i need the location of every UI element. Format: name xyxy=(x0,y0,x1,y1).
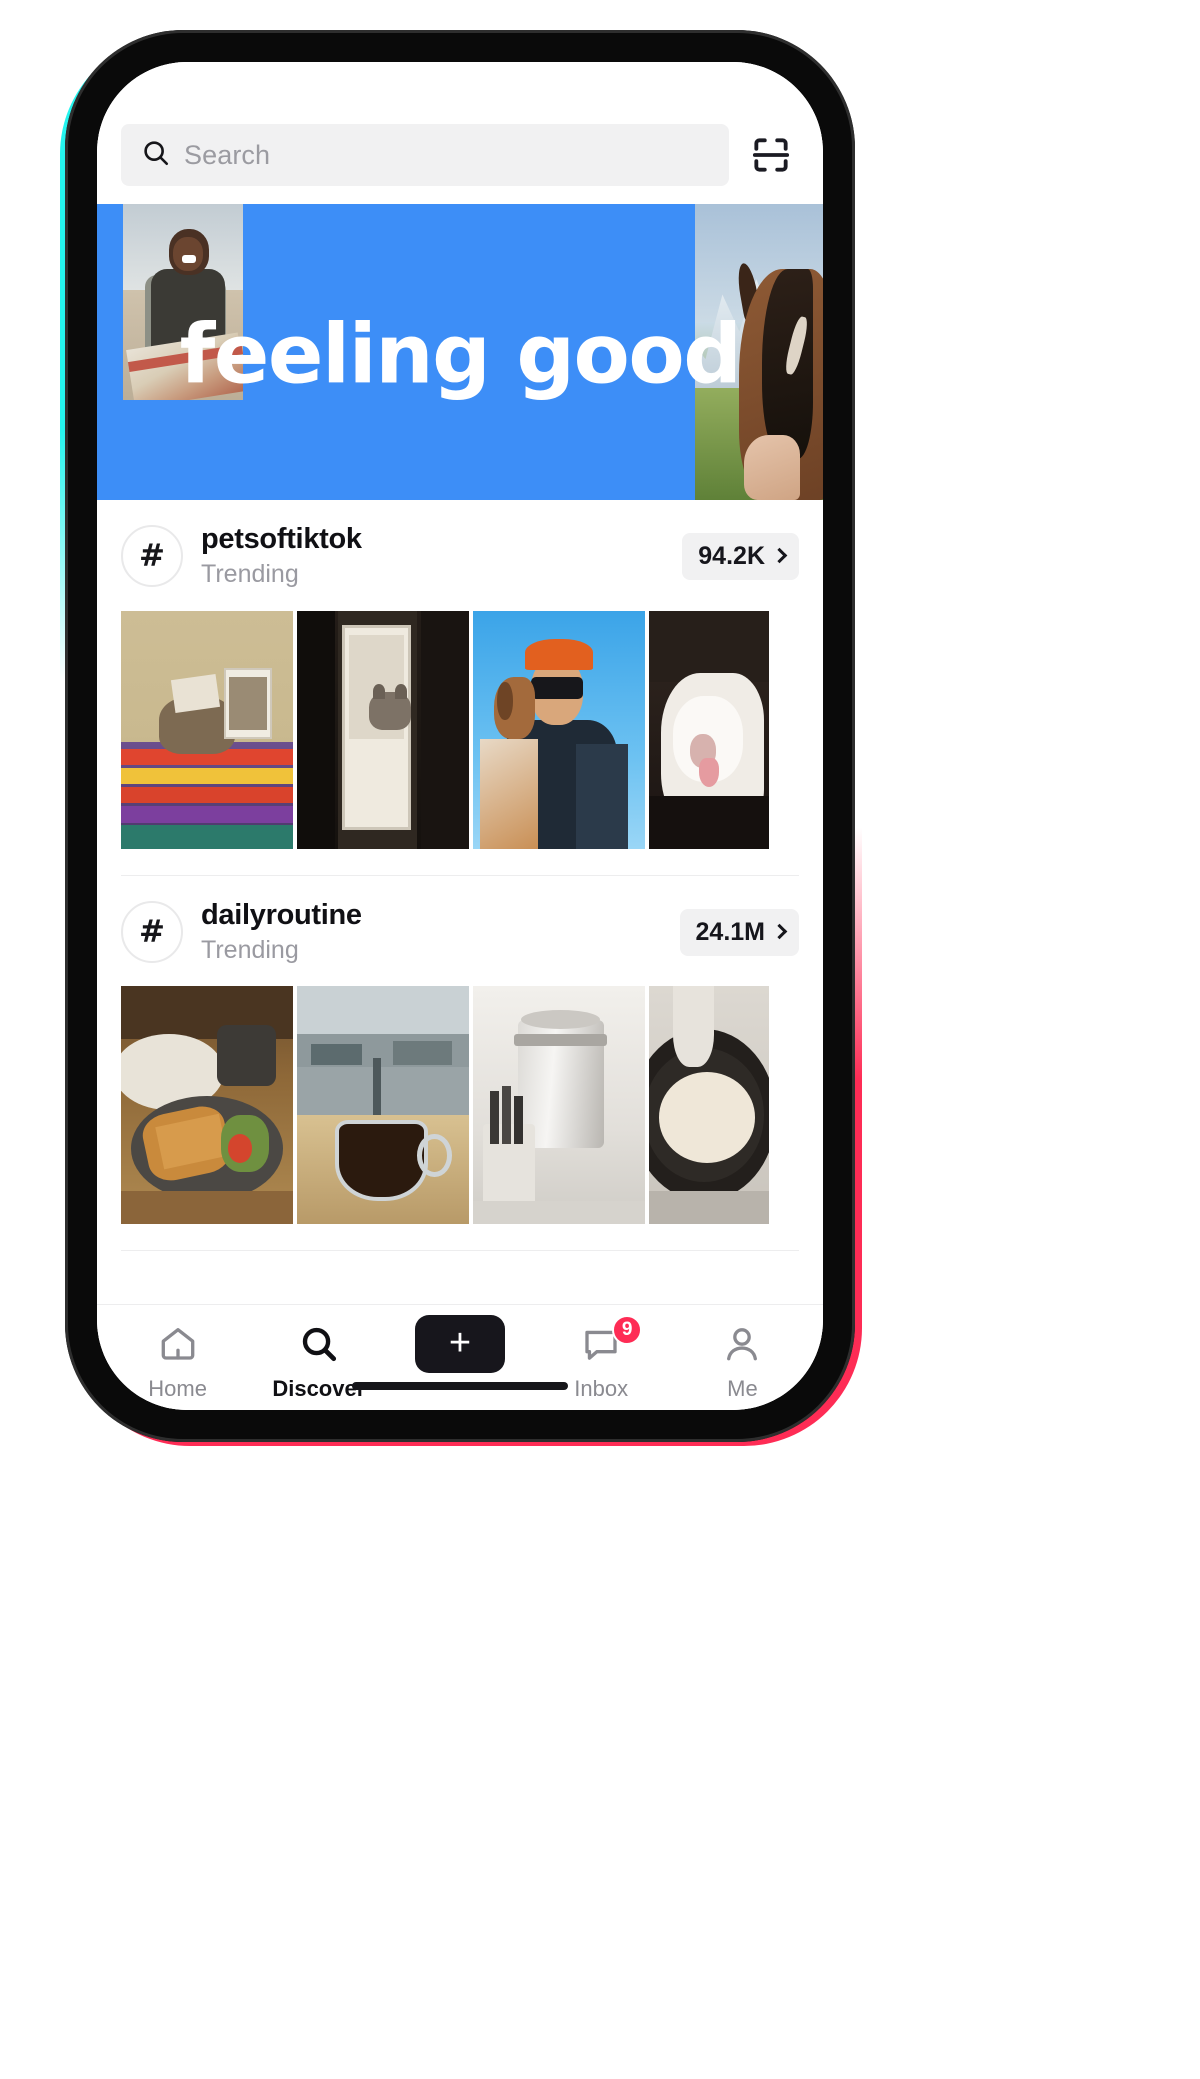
search-placeholder: Search xyxy=(184,139,271,170)
promo-banner[interactable]: feeling good xyxy=(97,204,823,500)
hashtag-header[interactable]: # dailyroutine Trending 24.1M xyxy=(97,876,823,987)
tiktok-discover-app: Search feeling good # petsoftiktok Trend… xyxy=(97,62,823,1410)
hashtag-meta: dailyroutine Trending xyxy=(201,898,662,967)
qr-scan-icon[interactable] xyxy=(743,127,799,183)
hashtag-count-value: 94.2K xyxy=(698,541,765,570)
hashtag-count-chip[interactable]: 24.1M xyxy=(679,908,799,956)
message-icon: 9 xyxy=(580,1315,643,1367)
nav-item-home[interactable]: Home xyxy=(107,1321,248,1402)
hash-icon: # xyxy=(121,901,183,964)
video-thumbnail[interactable] xyxy=(473,610,645,849)
search-icon xyxy=(298,1321,340,1367)
hashtag-subtitle: Trending xyxy=(201,560,299,589)
nav-label: Home xyxy=(148,1376,207,1401)
nav-item-me[interactable]: Me xyxy=(672,1321,813,1402)
hashtag-section-petsoftiktok: # petsoftiktok Trending 94.2K xyxy=(97,500,823,876)
section-divider xyxy=(121,1250,799,1252)
nav-label: Discover xyxy=(272,1376,366,1401)
screenshot-root: Search feeling good # petsoftiktok Trend… xyxy=(0,0,1200,2079)
plus-glyph: + xyxy=(448,1321,472,1364)
chevron-right-icon xyxy=(771,548,788,564)
hash-icon: # xyxy=(121,525,183,588)
nav-label: Me xyxy=(727,1376,758,1401)
hashtag-section-dailyroutine: # dailyroutine Trending 24.1M xyxy=(97,875,823,1252)
phone-screen: Search feeling good # petsoftiktok Trend… xyxy=(97,62,823,1410)
banner-title: feeling good xyxy=(179,307,742,403)
video-thumbnail[interactable] xyxy=(473,986,645,1225)
hashtag-count-chip[interactable]: 94.2K xyxy=(682,532,799,580)
video-thumbnail[interactable] xyxy=(649,986,769,1225)
video-thumbnail[interactable] xyxy=(297,986,469,1225)
person-icon xyxy=(721,1321,763,1367)
video-thumbnail[interactable] xyxy=(297,610,469,849)
video-thumbnail[interactable] xyxy=(121,610,293,849)
hashtag-meta: petsoftiktok Trending xyxy=(201,522,664,591)
nav-item-create[interactable]: + xyxy=(389,1315,530,1376)
bottom-navigation: Home Discover + 9 Inbox Me xyxy=(97,1304,823,1410)
home-indicator xyxy=(352,1382,568,1390)
home-icon xyxy=(157,1321,199,1367)
create-plus-icon: + xyxy=(408,1315,512,1373)
hashtag-header[interactable]: # petsoftiktok Trending 94.2K xyxy=(97,500,823,611)
hashtag-name: dailyroutine xyxy=(201,898,362,931)
search-header: Search xyxy=(97,62,823,204)
search-icon xyxy=(141,138,171,173)
chevron-right-icon xyxy=(771,923,788,940)
create-button[interactable]: + xyxy=(408,1315,512,1373)
nav-label: Inbox xyxy=(574,1376,629,1401)
video-thumbnail[interactable] xyxy=(121,986,293,1225)
hashtag-count-value: 24.1M xyxy=(695,917,765,946)
video-thumbnail[interactable] xyxy=(649,610,769,849)
search-input[interactable]: Search xyxy=(121,124,729,186)
hashtag-name: petsoftiktok xyxy=(201,523,362,555)
hashtag-thumbnail-row[interactable] xyxy=(97,610,823,849)
hashtag-subtitle: Trending xyxy=(201,935,299,964)
hashtag-thumbnail-row[interactable] xyxy=(97,986,823,1225)
inbox-badge: 9 xyxy=(612,1315,643,1345)
